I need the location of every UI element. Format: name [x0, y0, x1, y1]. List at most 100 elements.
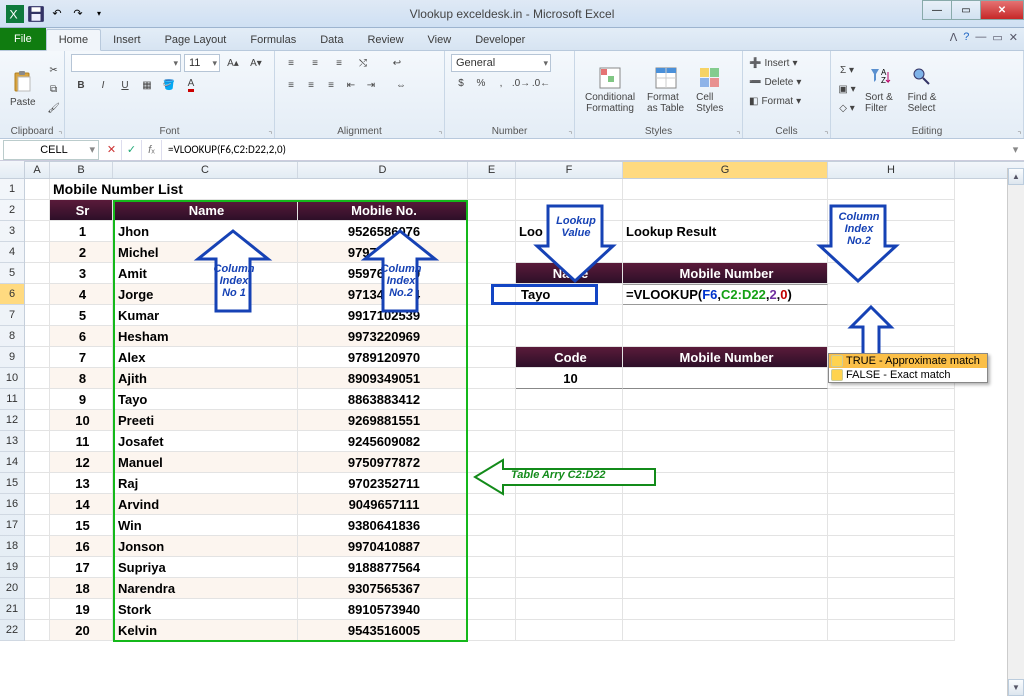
align-middle-icon[interactable]: ≡ [305, 54, 325, 72]
cell[interactable] [468, 515, 516, 536]
sr-14[interactable]: 14 [50, 494, 113, 515]
cell[interactable] [828, 263, 955, 284]
worksheet-grid[interactable]: ABCDEFGH 1234567891011121314151617181920… [0, 161, 1024, 695]
cell-styles-button[interactable]: Cell Styles [692, 64, 727, 116]
column-header-F[interactable]: F [516, 162, 623, 178]
cell[interactable] [828, 221, 955, 242]
cell[interactable] [623, 410, 828, 431]
hdr-mobile[interactable]: Mobile No. [298, 200, 468, 221]
cell[interactable] [468, 599, 516, 620]
cell[interactable] [516, 473, 623, 494]
cell[interactable] [828, 389, 955, 410]
row-header-15[interactable]: 15 [0, 473, 24, 494]
cell[interactable] [25, 473, 50, 494]
font-family-combo[interactable] [71, 54, 181, 72]
name-20[interactable]: Kelvin [113, 620, 298, 641]
save-icon[interactable] [27, 5, 45, 23]
tab-data[interactable]: Data [308, 30, 355, 50]
lookup-value-label[interactable]: Loo ue [516, 221, 623, 242]
file-tab[interactable]: File [0, 28, 46, 50]
cell[interactable] [516, 431, 623, 452]
name-3[interactable]: Amit [113, 263, 298, 284]
row-header-9[interactable]: 9 [0, 347, 24, 368]
find-select-button[interactable]: Find & Select [904, 64, 944, 116]
cell[interactable] [828, 578, 955, 599]
mobile-1[interactable]: 9526586076 [298, 221, 468, 242]
code-cell-F10[interactable]: 10 [516, 368, 623, 389]
percent-format-icon[interactable]: % [471, 74, 491, 92]
cell[interactable] [25, 515, 50, 536]
mobile-17[interactable]: 9188877564 [298, 557, 468, 578]
cell[interactable] [828, 326, 955, 347]
expand-formula-bar-icon[interactable]: ▾ [1007, 143, 1024, 156]
tab-review[interactable]: Review [355, 30, 415, 50]
mobile-4[interactable]: 9713420544 [298, 284, 468, 305]
sr-1[interactable]: 1 [50, 221, 113, 242]
cell[interactable] [623, 326, 828, 347]
cell[interactable] [516, 326, 623, 347]
column-header-B[interactable]: B [50, 162, 113, 178]
name-9[interactable]: Tayo [113, 389, 298, 410]
cell[interactable] [516, 452, 623, 473]
cell[interactable] [828, 515, 955, 536]
column-headers[interactable]: ABCDEFGH [25, 161, 1024, 179]
cell[interactable] [468, 431, 516, 452]
cell[interactable] [828, 452, 955, 473]
minimize-ribbon-icon[interactable]: ᐱ [950, 31, 958, 44]
wrap-text-icon[interactable]: ↩ [377, 54, 417, 72]
restore-button[interactable]: ▭ [951, 0, 981, 20]
mobile-20[interactable]: 9543516005 [298, 620, 468, 641]
cell[interactable] [623, 599, 828, 620]
intellisense-popup[interactable]: TRUE - Approximate match FALSE - Exact m… [828, 353, 988, 383]
bold-button[interactable]: B [71, 76, 91, 94]
name-11[interactable]: Josafet [113, 431, 298, 452]
name-15[interactable]: Win [113, 515, 298, 536]
lookup-result-label[interactable]: Lookup Result [623, 221, 828, 242]
sort-filter-button[interactable]: AZ Sort & Filter [861, 64, 900, 116]
name-17[interactable]: Supriya [113, 557, 298, 578]
name-12[interactable]: Manuel [113, 452, 298, 473]
cell[interactable] [828, 305, 955, 326]
sr-9[interactable]: 9 [50, 389, 113, 410]
cell[interactable] [25, 536, 50, 557]
help-icon[interactable]: ? [963, 31, 969, 44]
cell[interactable] [468, 284, 516, 305]
number-format-combo[interactable]: General [451, 54, 551, 72]
sr-5[interactable]: 5 [50, 305, 113, 326]
scroll-down-button[interactable]: ▼ [1008, 679, 1024, 696]
border-button[interactable]: ▦ [137, 76, 157, 94]
font-color-button[interactable]: A [181, 76, 201, 94]
cell[interactable] [828, 242, 955, 263]
increase-decimal-icon[interactable]: .0→ [511, 74, 531, 92]
cell[interactable] [25, 305, 50, 326]
cell[interactable] [25, 389, 50, 410]
cell[interactable] [25, 494, 50, 515]
tab-developer[interactable]: Developer [463, 30, 537, 50]
sr-8[interactable]: 8 [50, 368, 113, 389]
name-18[interactable]: Narendra [113, 578, 298, 599]
cell[interactable] [25, 326, 50, 347]
sr-11[interactable]: 11 [50, 431, 113, 452]
name-19[interactable]: Stork [113, 599, 298, 620]
cell[interactable] [623, 536, 828, 557]
sr-7[interactable]: 7 [50, 347, 113, 368]
mobile-15[interactable]: 9380641836 [298, 515, 468, 536]
sr-10[interactable]: 10 [50, 410, 113, 431]
row-header-12[interactable]: 12 [0, 410, 24, 431]
align-center-icon[interactable]: ≡ [301, 76, 321, 94]
row-header-13[interactable]: 13 [0, 431, 24, 452]
cell[interactable] [468, 389, 516, 410]
cell[interactable] [828, 473, 955, 494]
align-top-icon[interactable]: ≡ [281, 54, 301, 72]
format-painter-icon[interactable]: 🖌 [44, 100, 64, 118]
name-1[interactable]: Jhon [113, 221, 298, 242]
formula-input[interactable]: =VLOOKUP(F6,C2:D22,2,0) [162, 143, 1007, 156]
grow-font-icon[interactable]: A▴ [223, 54, 243, 72]
name-16[interactable]: Jonson [113, 536, 298, 557]
cell[interactable] [828, 431, 955, 452]
name-13[interactable]: Raj [113, 473, 298, 494]
align-left-icon[interactable]: ≡ [281, 76, 301, 94]
copy-icon[interactable]: ⧉ [44, 81, 64, 99]
row-header-19[interactable]: 19 [0, 557, 24, 578]
column-header-A[interactable]: A [25, 162, 50, 178]
